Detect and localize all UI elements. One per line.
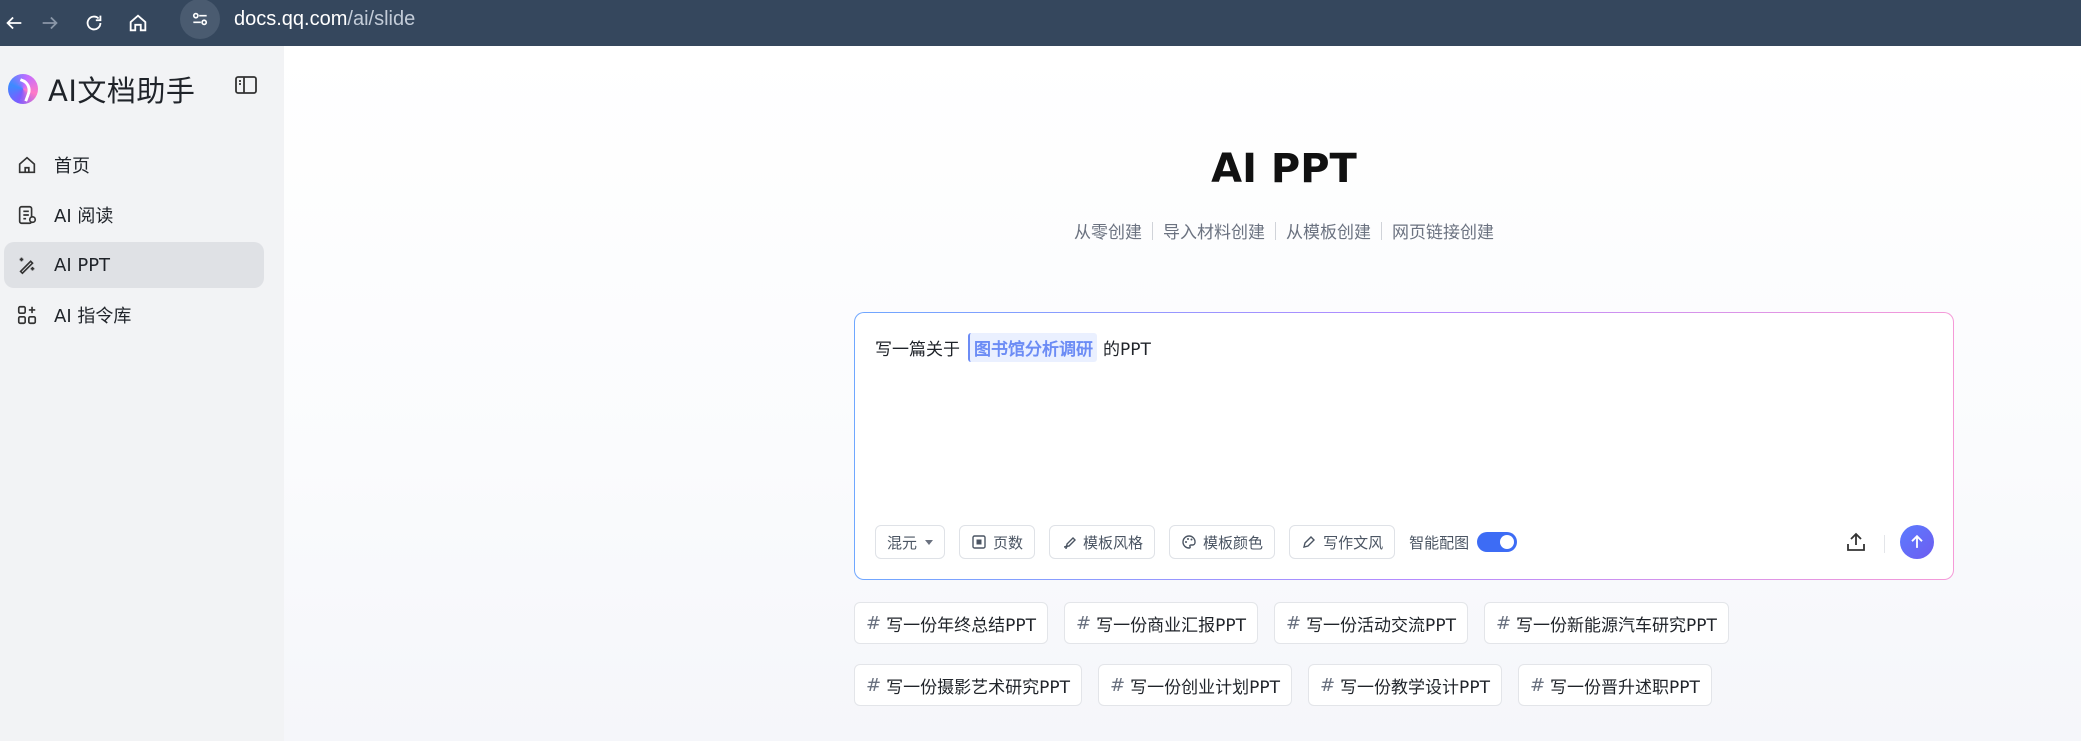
model-select[interactable]: 混元 — [875, 525, 946, 559]
reload-icon — [86, 15, 102, 31]
sidebar-nav: 首页 AI 阅读 AI PPT AI 指令库 — [4, 142, 264, 342]
url-host: docs.qq.com — [234, 7, 348, 30]
suggestion-row: # 写一份年终总结PPT # 写一份商业汇报PPT # 写一份活动交流PPT # 写一份… — [854, 602, 1954, 644]
suggestion-label: 写一份新能源汽车研究PPT — [1516, 615, 1717, 636]
prompt-input-box[interactable]: 写一篇关于 图书馆分析调研 的PPT 混元 页数 模板风格 模板颜色 写作文风 … — [854, 312, 1954, 580]
apps-grid-icon — [17, 305, 37, 325]
writing-style-label: 写作文风 — [1323, 533, 1384, 552]
brush-icon — [1063, 537, 1077, 550]
home-icon — [18, 156, 36, 174]
sidebar-item-ai-read[interactable]: AI 阅读 — [4, 192, 264, 238]
prompt-prefix: 写一篇关于 — [875, 340, 960, 360]
site-settings-icon[interactable] — [180, 0, 220, 39]
pages-label: 页数 — [993, 533, 1024, 552]
suggestion-chip[interactable]: # 写一份年终总结PPT — [854, 602, 1048, 644]
sidebar-item-label: 首页 — [54, 156, 90, 177]
hash-icon: # — [1109, 674, 1126, 696]
mode-from-template[interactable]: 从模板创建 — [1286, 218, 1371, 243]
sidebar-item-label: AI PPT — [54, 254, 111, 276]
address-bar[interactable]: docs.qq.com/ai/slide — [180, 0, 415, 39]
suggestion-chip[interactable]: # 写一份摄影艺术研究PPT — [854, 664, 1082, 706]
suggestion-chip[interactable]: # 写一份商业汇报PPT — [1063, 602, 1258, 644]
brand-title: AI文档助手 — [48, 74, 196, 108]
suggestion-chip[interactable]: # 写一份晋升述职PPT — [1517, 664, 1712, 706]
prompt-topic-slot[interactable]: 图书馆分析调研 — [968, 333, 1097, 362]
url-text[interactable]: docs.qq.com/ai/slide — [234, 8, 415, 31]
hash-icon: # — [1495, 612, 1512, 634]
sidebar-item-ai-ppt[interactable]: AI PPT — [4, 242, 264, 288]
sidebar-toggle-icon — [235, 76, 257, 94]
sidebar: AI文档助手 首页 AI 阅读 AI PPT AI 指令库 — [0, 46, 284, 741]
mode-from-scratch[interactable]: 从零创建 — [1074, 218, 1142, 243]
hash-icon: # — [1075, 612, 1092, 634]
divider — [1275, 221, 1276, 240]
suggestion-label: 写一份晋升述职PPT — [1550, 677, 1700, 698]
suggestion-chip[interactable]: # 写一份创业计划PPT — [1097, 664, 1292, 706]
template-style-button[interactable]: 模板风格 — [1049, 525, 1156, 559]
suggestion-chip[interactable]: # 写一份新能源汽车研究PPT — [1483, 602, 1729, 644]
home-icon — [129, 14, 147, 32]
writing-style-button[interactable]: 写作文风 — [1289, 525, 1396, 559]
upload-button[interactable] — [1841, 527, 1871, 557]
arrow-left-icon — [6, 16, 22, 30]
brand[interactable]: AI文档助手 — [8, 68, 195, 110]
suggestion-list: # 写一份年终总结PPT # 写一份商业汇报PPT # 写一份活动交流PPT # 写一份… — [854, 602, 1954, 726]
hash-icon: # — [866, 674, 882, 696]
arrow-right-icon — [42, 16, 58, 30]
sidebar-item-home[interactable]: 首页 — [4, 142, 264, 188]
suggestion-label: 写一份活动交流PPT — [1306, 615, 1456, 636]
suggestion-chip[interactable]: # 写一份教学设计PPT — [1307, 664, 1502, 706]
hash-icon: # — [1529, 674, 1546, 696]
pen-icon — [1303, 536, 1316, 548]
model-select-label: 混元 — [887, 533, 918, 552]
send-button[interactable] — [1900, 525, 1934, 559]
template-style-label: 模板风格 — [1083, 533, 1144, 552]
divider — [1152, 221, 1153, 240]
mode-import-material[interactable]: 导入材料创建 — [1163, 218, 1265, 243]
hash-icon: # — [1319, 674, 1336, 696]
arrow-up-icon — [1911, 534, 1923, 548]
magic-wand-icon — [19, 257, 35, 275]
suggestion-label: 写一份教学设计PPT — [1340, 677, 1490, 698]
pages-button[interactable]: 页数 — [959, 525, 1036, 559]
main-content: AI PPT 从零创建 导入材料创建 从模板创建 网页链接创建 写一篇关于 图书… — [284, 46, 2081, 741]
template-color-button[interactable]: 模板颜色 — [1169, 525, 1276, 559]
creation-modes: 从零创建 导入材料创建 从模板创建 网页链接创建 — [1074, 218, 1494, 243]
palette-icon — [1182, 535, 1196, 549]
suggestion-label: 写一份年终总结PPT — [886, 615, 1036, 636]
back-button[interactable] — [0, 0, 28, 46]
suggestion-row: # 写一份摄影艺术研究PPT # 写一份创业计划PPT # 写一份教学设计PPT # 写… — [854, 664, 1954, 706]
prompt-suffix: 的PPT — [1103, 340, 1151, 360]
sidebar-item-label: AI 阅读 — [54, 206, 114, 227]
smart-image-toggle[interactable] — [1477, 532, 1518, 552]
browser-toolbar: docs.qq.com/ai/slide — [0, 0, 2081, 46]
suggestion-chip[interactable]: # 写一份活动交流PPT — [1273, 602, 1468, 644]
divider — [1884, 535, 1885, 553]
prompt-toolbar: 混元 页数 模板风格 模板颜色 写作文风 智能配图 — [875, 525, 1518, 559]
suggestion-label: 写一份摄影艺术研究PPT — [886, 677, 1070, 698]
collapse-sidebar-button[interactable] — [232, 72, 260, 98]
caret-down-icon — [925, 539, 934, 545]
smart-image-label: 智能配图 — [1409, 533, 1470, 552]
brand-logo-icon — [8, 74, 38, 104]
forward-button[interactable] — [28, 0, 72, 46]
hash-icon: # — [866, 612, 882, 634]
sidebar-item-label: AI 指令库 — [54, 306, 132, 327]
document-read-icon — [18, 205, 37, 225]
prompt-text[interactable]: 写一篇关于 图书馆分析调研 的PPT — [875, 333, 1151, 362]
template-color-label: 模板颜色 — [1203, 533, 1264, 552]
sidebar-item-ai-prompts[interactable]: AI 指令库 — [4, 292, 264, 338]
hash-icon: # — [1285, 612, 1302, 634]
home-button[interactable] — [116, 0, 160, 46]
upload-icon — [1847, 532, 1865, 551]
suggestion-label: 写一份商业汇报PPT — [1096, 615, 1246, 636]
url-path: /ai/slide — [347, 7, 416, 30]
suggestion-label: 写一份创业计划PPT — [1130, 677, 1280, 698]
pages-icon — [972, 535, 986, 549]
reload-button[interactable] — [72, 0, 116, 46]
mode-from-weblink[interactable]: 网页链接创建 — [1392, 218, 1494, 243]
page-title: AI PPT — [1211, 146, 1357, 192]
divider — [1381, 221, 1382, 240]
